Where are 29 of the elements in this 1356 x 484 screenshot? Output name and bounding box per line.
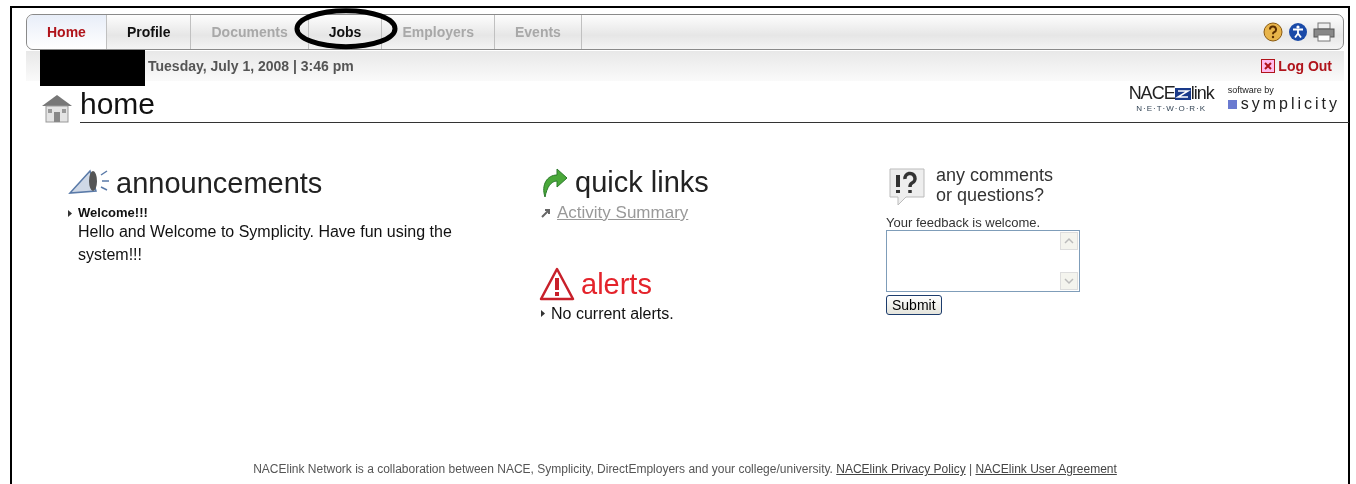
house-icon xyxy=(40,93,74,123)
announcement-text: Hello and Welcome to Symplicity. Have fun using the system!!! xyxy=(78,222,453,265)
date-time: Tuesday, July 1, 2008 | 3:46 pm xyxy=(148,58,354,74)
warning-icon xyxy=(539,267,575,301)
feedback-prompt: Your feedback is welcome. xyxy=(886,215,1042,230)
nav-tab[interactable]: Home xyxy=(27,15,107,49)
close-icon xyxy=(1261,59,1276,73)
bullet-icon xyxy=(541,310,545,317)
section-heading: announcements xyxy=(116,166,323,200)
nacelink-logo: NACE link N·E·T·W·O·R·K xyxy=(1128,83,1214,113)
accessibility-icon[interactable] xyxy=(1288,22,1308,42)
submit-button[interactable]: Submit xyxy=(886,295,942,315)
bullet-icon xyxy=(68,210,72,217)
section-heading: alerts xyxy=(581,267,652,301)
separator: | xyxy=(969,462,973,476)
nav-tab[interactable]: Profile xyxy=(106,15,192,49)
footer-link[interactable]: NACElink Privacy Policy xyxy=(836,462,966,476)
footer-text: NACElink Network is a collaboration between NACE, Symplicity, DirectEmployers and your college/university. xyxy=(253,462,833,476)
section-heading: quick links xyxy=(575,165,709,199)
help-icon[interactable] xyxy=(1263,22,1283,42)
section-heading: any comments xyxy=(936,165,1054,185)
section-heading: or questions? xyxy=(936,185,1046,205)
announcement-title: Welcome!!! xyxy=(78,205,148,220)
footer-link[interactable]: NACElink User Agreement xyxy=(975,462,1117,476)
alert-text: No current alerts. xyxy=(551,305,674,323)
symplicity-logo: software by symplicity xyxy=(1227,85,1340,113)
print-icon[interactable] xyxy=(1313,22,1335,42)
arrow-icon xyxy=(541,208,551,218)
logout-link[interactable]: Log Out xyxy=(1261,58,1332,74)
